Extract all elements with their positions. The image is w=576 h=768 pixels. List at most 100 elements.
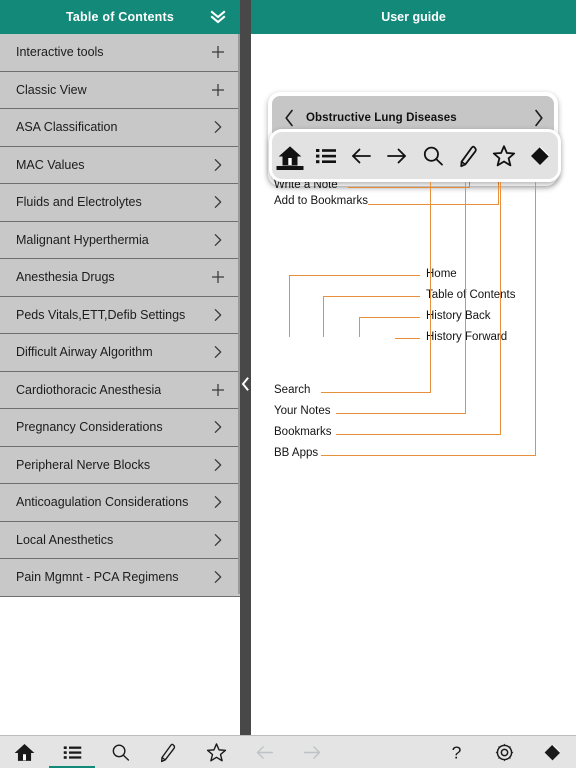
demo-toolbar-item-arrow-left[interactable] [344,132,380,179]
toc-row-label: Fluids and Electrolytes [16,195,142,210]
home-icon [14,742,35,763]
callout-leader-table-of-contents [323,296,420,297]
toc-row-label: Anesthesia Drugs [16,270,115,285]
bottom-toolbar-item-help[interactable]: ? [432,736,480,768]
bottom-toolbar-item-arrow-right[interactable] [288,736,336,768]
toc-row-label: Peds Vitals,ETT,Defib Settings [16,307,186,322]
plus-icon[interactable] [210,82,226,98]
callout-history-forward: History Forward [426,331,508,343]
table-of-contents-pane: Table of Contents Interactive tools Class… [0,0,240,735]
bottom-toolbar-left-group [0,736,336,768]
arrow-left-icon [349,144,373,168]
user-guide-screen: Table of Contents Interactive tools Class… [0,0,576,768]
demo-toolbar-selected-indicator [276,166,304,170]
callout-leader-bookmarks [336,434,501,435]
toc-row[interactable]: Pregnancy Considerations [0,409,240,447]
chevron-right-icon[interactable] [210,457,226,473]
toc-row[interactable]: Fluids and Electrolytes [0,184,240,222]
toc-row[interactable]: Difficult Airway Algorithm [0,334,240,372]
chevron-right-icon[interactable] [210,232,226,248]
bottom-toolbar-item-list[interactable] [48,736,96,768]
demo-toolbar-item-arrow-right[interactable] [379,132,415,179]
bottom-toolbar-item-diamond[interactable] [528,736,576,768]
arrow-right-icon [385,144,409,168]
callout-leader-search-vertical [430,182,431,393]
plus-icon[interactable] [210,44,226,60]
demo-toolbar-item-diamond[interactable] [522,132,558,179]
star-icon [492,144,516,168]
toc-row[interactable]: Interactive tools [0,34,240,72]
pane-divider[interactable] [240,0,251,735]
chevron-double-down-icon[interactable] [208,7,228,27]
toc-row-label: Malignant Hyperthermia [16,232,149,247]
chevron-right-icon[interactable] [210,194,226,210]
toc-row-label: Anticoagulation Considerations [16,495,189,510]
star-icon [206,742,227,763]
chevron-right-icon[interactable] [210,494,226,510]
demo-toolbar-item-star[interactable] [487,132,523,179]
bottom-toolbar-item-star[interactable] [192,736,240,768]
toc-row[interactable]: Local Anesthetics [0,521,240,559]
bottom-toolbar-right-group: ? [432,736,576,768]
toc-header-title: Table of Contents [65,10,175,24]
toc-row[interactable]: Cardiothoracic Anesthesia [0,371,240,409]
plus-icon[interactable] [210,269,226,285]
toc-row[interactable]: ASA Classification [0,109,240,147]
callout-leader-search [321,392,431,393]
demo-toolbar-item-pencil[interactable] [451,132,487,179]
diamond-icon [542,742,563,763]
chevron-right-icon[interactable] [210,532,226,548]
toc-row-label: ASA Classification [16,120,118,135]
breadcrumb-parent-label: Obstructive Lung Diseases [306,111,457,124]
toc-row-label: Pain Mgmnt - PCA Regimens [16,570,179,585]
callout-search: Search [274,384,311,396]
toc-row[interactable]: Malignant Hyperthermia [0,221,240,259]
toc-row[interactable]: Anesthesia Drugs [0,259,240,297]
search-icon [110,742,131,763]
demo-toolbar-item-search[interactable] [415,132,451,179]
demo-toolbar-item-home[interactable] [272,132,308,179]
callout-leader-home-vertical [289,275,290,337]
pencil-icon [158,742,179,763]
chevron-left-icon[interactable] [240,375,251,393]
search-icon [421,144,445,168]
callout-leader-bookmarks-vertical [500,182,501,435]
callout-bookmarks: Bookmarks [274,426,332,438]
toc-empty-area [0,596,240,732]
plus-icon[interactable] [210,382,226,398]
toc-row-label: Pregnancy Considerations [16,420,163,435]
toc-header: Table of Contents [0,0,240,34]
demo-toolbar [269,129,561,182]
bottom-toolbar-item-pencil[interactable] [144,736,192,768]
bottom-toolbar-item-home[interactable] [0,736,48,768]
chevron-right-icon[interactable] [210,419,226,435]
toc-row[interactable]: Anticoagulation Considerations [0,484,240,522]
arrow-right-icon [302,742,323,763]
callout-leader-bb-apps [321,455,536,456]
demo-toolbar-item-list[interactable] [308,132,344,179]
guide-header-title: User guide [381,10,446,24]
chevron-right-icon[interactable] [210,307,226,323]
toc-row[interactable]: Peds Vitals,ETT,Defib Settings [0,296,240,334]
toc-row-label: Cardiothoracic Anesthesia [16,382,162,397]
toc-row[interactable]: Pain Mgmnt - PCA Regimens [0,559,240,597]
list-icon [62,742,83,763]
callout-leader-history-forward [395,338,420,339]
callout-history-back: History Back [426,310,491,322]
callout-table-of-contents: Table of Contents [426,289,516,301]
toc-row[interactable]: Peripheral Nerve Blocks [0,446,240,484]
bottom-toolbar-item-gear[interactable] [480,736,528,768]
toc-row-label: Classic View [16,82,87,97]
bottom-toolbar-item-search[interactable] [96,736,144,768]
callout-leader-home [289,275,420,276]
chevron-right-icon[interactable] [210,569,226,585]
chevron-right-icon[interactable] [210,344,226,360]
guide-header: User guide [251,0,576,34]
guide-body: Obstructive Lung Diseases Asthma [251,34,576,735]
chevron-right-icon[interactable] [210,119,226,135]
chevron-right-icon[interactable] [210,157,226,173]
bottom-toolbar-item-arrow-left[interactable] [240,736,288,768]
toc-row[interactable]: MAC Values [0,146,240,184]
callout-leader-add-to-bookmarks [368,204,499,205]
toc-row[interactable]: Classic View [0,71,240,109]
